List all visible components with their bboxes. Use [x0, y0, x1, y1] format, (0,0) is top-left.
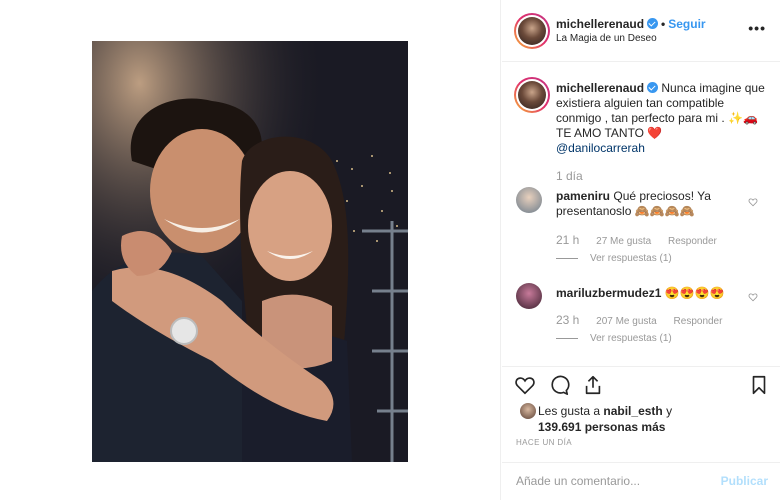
bookmark-icon[interactable]: [748, 374, 770, 396]
heart-icon[interactable]: [514, 374, 536, 396]
post-location[interactable]: La Magia de un Deseo: [556, 33, 657, 44]
comment-time[interactable]: 21 h: [556, 233, 579, 247]
caption-username[interactable]: michellerenaud: [556, 81, 644, 95]
publish-button[interactable]: Publicar: [721, 474, 768, 488]
share-icon[interactable]: [582, 374, 604, 396]
caption-text: michellerenaud Nunca imagine que existie…: [556, 81, 766, 156]
comment-likes[interactable]: 207 Me gusta: [596, 316, 657, 327]
replies-line: [556, 337, 578, 339]
comments-section[interactable]: michellerenaud Nunca imagine que existie…: [502, 63, 780, 366]
comment-avatar[interactable]: [516, 283, 542, 309]
comment-avatar[interactable]: [516, 187, 542, 213]
comment-likes[interactable]: 27 Me gusta: [596, 236, 651, 247]
comment-username[interactable]: pameniru: [556, 189, 610, 203]
comment-like-icon[interactable]: [748, 292, 758, 302]
likes-count[interactable]: 139.691 personas más: [538, 420, 665, 434]
caption-line2: TE AMO TANTO: [556, 126, 645, 140]
caption-emojis: ✨🚗: [728, 111, 758, 125]
replies-line: [556, 257, 578, 259]
separator-dot: •: [661, 17, 666, 31]
liker-avatar[interactable]: [520, 403, 536, 419]
verified-icon: [647, 82, 659, 93]
comment-input[interactable]: [516, 471, 706, 491]
reply-button[interactable]: Responder: [674, 316, 723, 327]
post-sidebar: michellerenaud • Seguir La Magia de un Des…: [502, 0, 780, 500]
likes-text: Les gusta a nabil_esth y 139.691 persona…: [538, 403, 672, 435]
liker-username[interactable]: nabil_esth: [603, 404, 662, 418]
more-options-icon[interactable]: •••: [748, 20, 766, 36]
follow-button[interactable]: Seguir: [668, 17, 705, 31]
photo-panel: [0, 0, 501, 500]
comment-text: pameniru Qué preciosos! Ya presentanoslo…: [556, 189, 741, 219]
comment-time[interactable]: 23 h: [556, 313, 579, 327]
view-replies[interactable]: Ver respuestas (1): [556, 253, 672, 264]
caption-avatar[interactable]: [514, 77, 550, 113]
likes-prefix: Les gusta a: [538, 404, 601, 418]
view-replies-label[interactable]: Ver respuestas (1): [590, 253, 672, 264]
author-username[interactable]: michellerenaud: [556, 17, 644, 31]
verified-icon: [647, 18, 659, 29]
comment-form: Publicar: [502, 462, 780, 500]
caption-time[interactable]: 1 día: [556, 169, 583, 183]
posted-time[interactable]: HACE UN DÍA: [516, 438, 572, 447]
reply-button[interactable]: Responder: [668, 236, 717, 247]
mention-link[interactable]: @danilocarrerah: [556, 141, 645, 155]
comment-emojis: 🙈🙈🙈🙈: [634, 204, 695, 218]
author-avatar[interactable]: [514, 13, 550, 49]
comment-icon[interactable]: [548, 374, 570, 396]
heart-emoji: ❤️: [647, 126, 663, 140]
likes-and: y: [666, 404, 673, 418]
view-replies-label[interactable]: Ver respuestas (1): [590, 333, 672, 344]
comment-text: mariluzbermudez1 😍😍😍😍: [556, 286, 741, 301]
view-replies[interactable]: Ver respuestas (1): [556, 333, 672, 344]
post-header: michellerenaud • Seguir La Magia de un Des…: [502, 0, 780, 62]
post-photo[interactable]: [92, 41, 408, 462]
comment-username[interactable]: mariluzbermudez1: [556, 286, 661, 300]
comment-like-icon[interactable]: [748, 197, 758, 207]
comment-emojis: 😍😍😍😍: [664, 286, 725, 300]
